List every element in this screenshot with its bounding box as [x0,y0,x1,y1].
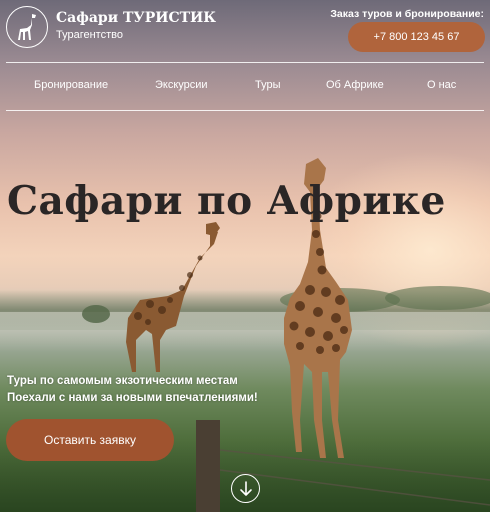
brand-subtitle: Турагентство [56,29,123,41]
nav-item-tours[interactable]: Туры [255,79,281,91]
logo[interactable] [6,6,48,48]
hero-title: Сафари по Африке [7,178,446,224]
hero-tagline: Туры по самомым экзотическим местам Поех… [7,373,258,407]
brand-name: Сафари ТУРИСТИК [56,10,217,26]
main-nav: Бронирование Экскурсии Туры Об Африке О … [0,79,490,95]
tagline-line-2: Поехали с нами за новыми впечатлениями! [7,392,258,404]
nav-item-about-us[interactable]: О нас [427,79,456,91]
order-label: Заказ туров и бронирование: [330,8,484,20]
phone-number: +7 800 123 45 67 [373,31,460,43]
phone-button[interactable]: +7 800 123 45 67 [348,22,485,52]
giraffe-icon [18,14,36,40]
submit-request-button[interactable]: Оставить заявку [6,419,174,461]
nav-item-excursions[interactable]: Экскурсии [155,79,208,91]
fence-post [196,420,220,512]
submit-request-label: Оставить заявку [44,433,136,447]
nav-divider-top [6,62,484,63]
scroll-down-button[interactable] [231,474,260,503]
arrow-down-icon [239,480,252,496]
nav-divider-bottom [6,110,484,111]
nav-item-about-africa[interactable]: Об Африке [326,79,384,91]
nav-item-booking[interactable]: Бронирование [34,79,108,91]
small-giraffe [126,222,220,372]
tagline-line-1: Туры по самомым экзотическим местам [7,375,238,387]
